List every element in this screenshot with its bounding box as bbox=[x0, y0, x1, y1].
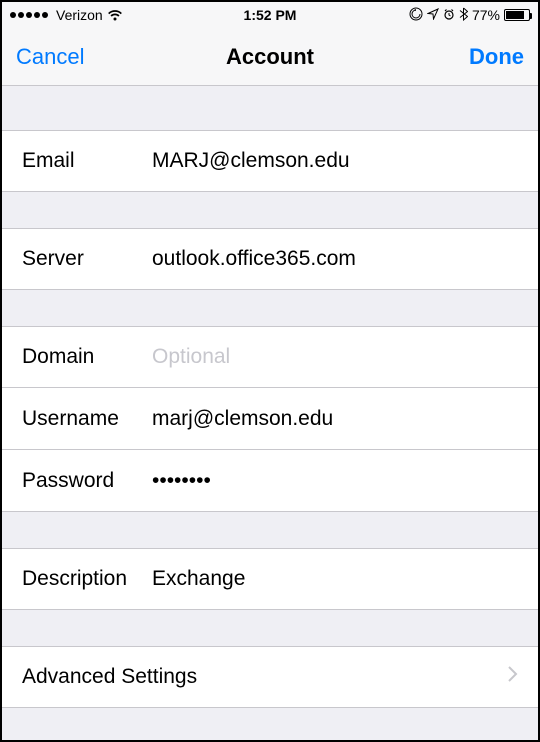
email-row[interactable]: Email bbox=[2, 130, 538, 192]
domain-field[interactable] bbox=[152, 345, 518, 369]
navigation-bar: Cancel Account Done bbox=[2, 28, 538, 86]
page-title: Account bbox=[226, 44, 314, 70]
domain-row[interactable]: Domain bbox=[2, 326, 538, 388]
server-field[interactable] bbox=[152, 247, 518, 271]
username-field[interactable] bbox=[152, 407, 518, 431]
username-label: Username bbox=[22, 407, 152, 431]
advanced-settings-label: Advanced Settings bbox=[22, 665, 197, 689]
battery-pct-label: 77% bbox=[472, 7, 500, 23]
wifi-icon bbox=[107, 9, 123, 21]
password-field[interactable] bbox=[152, 469, 518, 493]
cancel-button[interactable]: Cancel bbox=[16, 44, 226, 70]
alarm-icon bbox=[443, 7, 455, 23]
clock-label: 1:52 PM bbox=[244, 7, 297, 23]
advanced-settings-row[interactable]: Advanced Settings bbox=[2, 646, 538, 708]
password-label: Password bbox=[22, 469, 152, 493]
domain-label: Domain bbox=[22, 345, 152, 369]
rotation-lock-icon bbox=[409, 7, 423, 24]
done-button[interactable]: Done bbox=[314, 44, 524, 70]
username-row[interactable]: Username bbox=[2, 388, 538, 450]
password-row[interactable]: Password bbox=[2, 450, 538, 512]
email-label: Email bbox=[22, 149, 152, 173]
signal-dots-icon bbox=[10, 12, 48, 18]
description-label: Description bbox=[22, 567, 152, 591]
description-row[interactable]: Description bbox=[2, 548, 538, 610]
server-row[interactable]: Server bbox=[2, 228, 538, 290]
battery-icon bbox=[504, 9, 530, 21]
carrier-label: Verizon bbox=[56, 7, 103, 23]
location-icon bbox=[427, 7, 439, 23]
description-field[interactable] bbox=[152, 567, 518, 591]
email-field[interactable] bbox=[152, 149, 518, 173]
status-bar: Verizon 1:52 PM 77% bbox=[2, 2, 538, 28]
chevron-right-icon bbox=[506, 665, 518, 689]
bluetooth-icon bbox=[459, 7, 468, 24]
server-label: Server bbox=[22, 247, 152, 271]
